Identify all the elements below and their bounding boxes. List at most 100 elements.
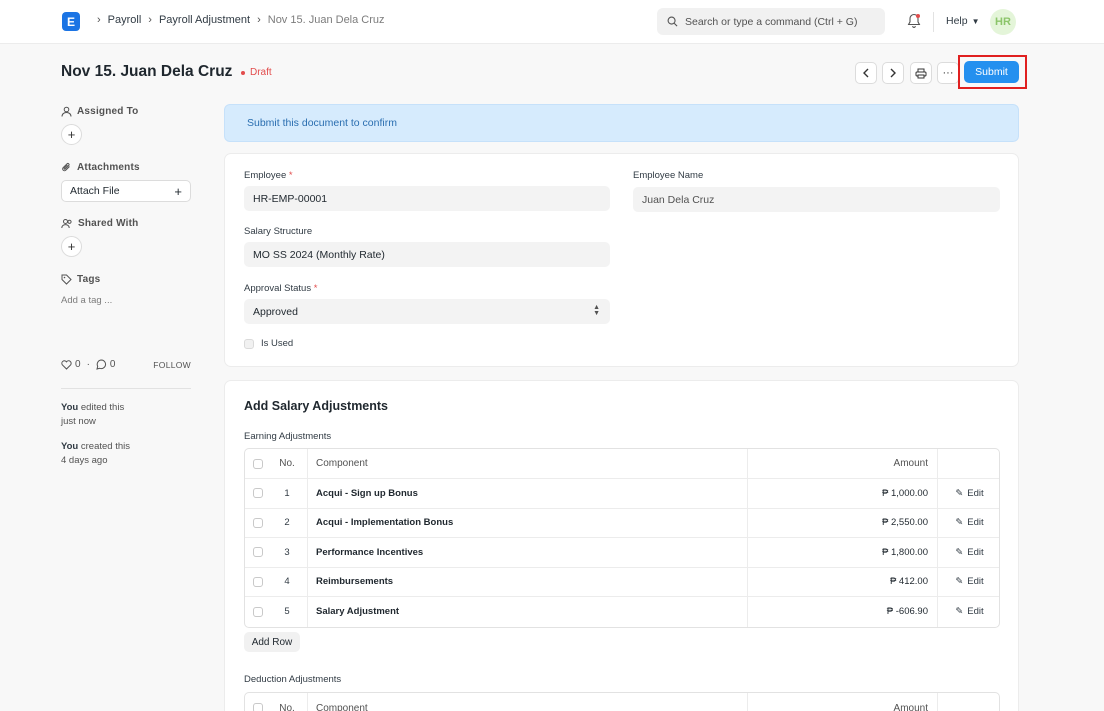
- status-badge: Draft: [241, 67, 272, 78]
- search-bar[interactable]: Search or type a command (Ctrl + G): [657, 8, 885, 35]
- row-edit-button[interactable]: ✎ Edit: [937, 597, 999, 627]
- comment-icon[interactable]: [96, 359, 107, 370]
- row-edit-button[interactable]: ✎ Edit: [937, 538, 999, 567]
- earning-adjustments-table: No. Component Amount 1 Acqui - Sign up B…: [244, 448, 1000, 628]
- follow-button[interactable]: FOLLOW: [153, 360, 191, 370]
- header-no: No.: [279, 458, 295, 469]
- help-dropdown[interactable]: Help ▼: [946, 15, 980, 27]
- row-amount[interactable]: ₱ 1,000.00: [747, 479, 937, 508]
- ellipsis-icon: ···: [942, 67, 954, 79]
- notification-bell-icon[interactable]: [907, 13, 921, 32]
- plus-icon: +: [67, 239, 76, 254]
- table-row[interactable]: 3 Performance Incentives ₱ 1,800.00 ✎ Edi…: [245, 538, 999, 568]
- activity-time: just now: [61, 416, 96, 427]
- row-component[interactable]: Reimbursements: [307, 567, 747, 596]
- header-edit: [937, 449, 999, 478]
- chevron-right-icon: ›: [257, 14, 261, 26]
- help-label: Help: [946, 15, 968, 27]
- chevron-right-icon: ›: [148, 14, 152, 26]
- add-assignee-button[interactable]: +: [61, 124, 82, 145]
- separator-dot: ·: [86, 359, 90, 370]
- is-used-label: Is Used: [261, 338, 294, 349]
- row-no: 4: [284, 576, 290, 588]
- deduction-adjustments-label: Deduction Adjustments: [244, 674, 342, 685]
- tags-label: Tags: [61, 274, 100, 285]
- row-component[interactable]: Acqui - Implementation Bonus: [307, 508, 747, 537]
- row-check-cell: [253, 568, 263, 597]
- activity-item: You edited this just now: [61, 401, 124, 429]
- row-amount[interactable]: ₱ 412.00: [747, 567, 937, 596]
- header-amount: Amount: [747, 693, 937, 711]
- select-all-checkbox[interactable]: [253, 703, 263, 711]
- table-row[interactable]: 4 Reimbursements ₱ 412.00 ✎ Edit: [245, 567, 999, 597]
- header-edit: [937, 693, 999, 711]
- row-no: 5: [284, 606, 290, 618]
- is-used-checkbox[interactable]: [244, 338, 254, 349]
- app-logo[interactable]: E: [62, 12, 80, 31]
- attachments-label: Attachments: [61, 162, 140, 173]
- row-amount[interactable]: ₱ 2,550.00: [747, 508, 937, 537]
- status-label: Draft: [250, 67, 272, 78]
- employee-field[interactable]: HR-EMP-00001: [244, 186, 610, 211]
- employee-name-label: Employee Name: [633, 170, 704, 181]
- pencil-icon: ✎: [955, 487, 964, 499]
- search-icon: [667, 16, 678, 27]
- likes-count: 0: [75, 359, 81, 370]
- salary-structure-label: Salary Structure: [244, 226, 313, 237]
- edit-label: Edit: [967, 576, 984, 588]
- print-button[interactable]: [910, 62, 932, 84]
- row-component[interactable]: Salary Adjustment: [307, 597, 747, 627]
- row-component[interactable]: Acqui - Sign up Bonus: [307, 479, 747, 508]
- select-all-checkbox[interactable]: [253, 458, 263, 469]
- table-header-row: No. Component Amount: [245, 449, 999, 479]
- table-row[interactable]: 5 Salary Adjustment ₱ -606.90 ✎ Edit: [245, 597, 999, 627]
- breadcrumb-payroll[interactable]: Payroll: [108, 14, 142, 26]
- attach-file-button[interactable]: Attach File +: [61, 180, 191, 202]
- more-actions-button[interactable]: ···: [937, 62, 959, 84]
- table-header-row: No. Component Amount: [245, 693, 999, 711]
- row-amount[interactable]: ₱ -606.90: [747, 597, 937, 627]
- printer-icon: [915, 68, 927, 78]
- approval-status-select[interactable]: Approved ▲ ▼: [244, 299, 610, 324]
- add-share-button[interactable]: +: [61, 236, 82, 257]
- row-edit-button[interactable]: ✎ Edit: [937, 508, 999, 537]
- adjustments-card: Add Salary Adjustments Earning Adjustmen…: [224, 380, 1019, 711]
- plus-icon: +: [174, 183, 182, 199]
- top-navbar: E › Payroll › Payroll Adjustment › Nov 1…: [0, 0, 1104, 44]
- activity-user: You: [61, 402, 79, 413]
- activity-time: 4 days ago: [61, 455, 108, 466]
- row-checkbox[interactable]: [253, 517, 263, 528]
- add-tag-link[interactable]: Add a tag ...: [61, 295, 112, 306]
- shared-with-label: Shared With: [61, 218, 138, 229]
- assigned-to-text: Assigned To: [77, 106, 139, 117]
- row-no: 3: [284, 546, 290, 558]
- breadcrumb-payroll-adjustment[interactable]: Payroll Adjustment: [159, 14, 250, 26]
- previous-doc-button[interactable]: [855, 62, 877, 84]
- submit-button[interactable]: Submit: [964, 61, 1019, 83]
- row-amount[interactable]: ₱ 1,800.00: [747, 538, 937, 567]
- row-check-cell: [253, 538, 263, 567]
- chevron-right-icon: [890, 68, 896, 78]
- submit-alert: Submit this document to confirm: [224, 104, 1019, 142]
- row-checkbox[interactable]: [253, 606, 263, 617]
- details-card: Employee * HR-EMP-00001 Employee Name Ju…: [224, 153, 1019, 367]
- paperclip-icon: [62, 162, 70, 172]
- row-edit-button[interactable]: ✎ Edit: [937, 479, 999, 508]
- alert-text: Submit this document to confirm: [247, 117, 397, 129]
- table-row[interactable]: 1 Acqui - Sign up Bonus ₱ 1,000.00 ✎ Edit: [245, 479, 999, 509]
- row-checkbox[interactable]: [253, 488, 263, 499]
- add-row-button[interactable]: Add Row: [244, 632, 300, 652]
- pencil-icon: ✎: [955, 576, 964, 588]
- row-checkbox[interactable]: [253, 547, 263, 558]
- table-row[interactable]: 2 Acqui - Implementation Bonus ₱ 2,550.0…: [245, 508, 999, 538]
- header-component: Component: [307, 449, 747, 478]
- breadcrumb-current: Nov 15. Juan Dela Cruz: [267, 14, 385, 26]
- row-component[interactable]: Performance Incentives: [307, 538, 747, 567]
- user-avatar[interactable]: HR: [990, 9, 1016, 35]
- row-edit-button[interactable]: ✎ Edit: [937, 567, 999, 596]
- salary-structure-field[interactable]: MO SS 2024 (Monthly Rate): [244, 242, 610, 267]
- next-doc-button[interactable]: [882, 62, 904, 84]
- row-checkbox[interactable]: [253, 576, 263, 587]
- approval-status-label: Approval Status *: [244, 283, 318, 294]
- heart-icon[interactable]: [61, 359, 72, 370]
